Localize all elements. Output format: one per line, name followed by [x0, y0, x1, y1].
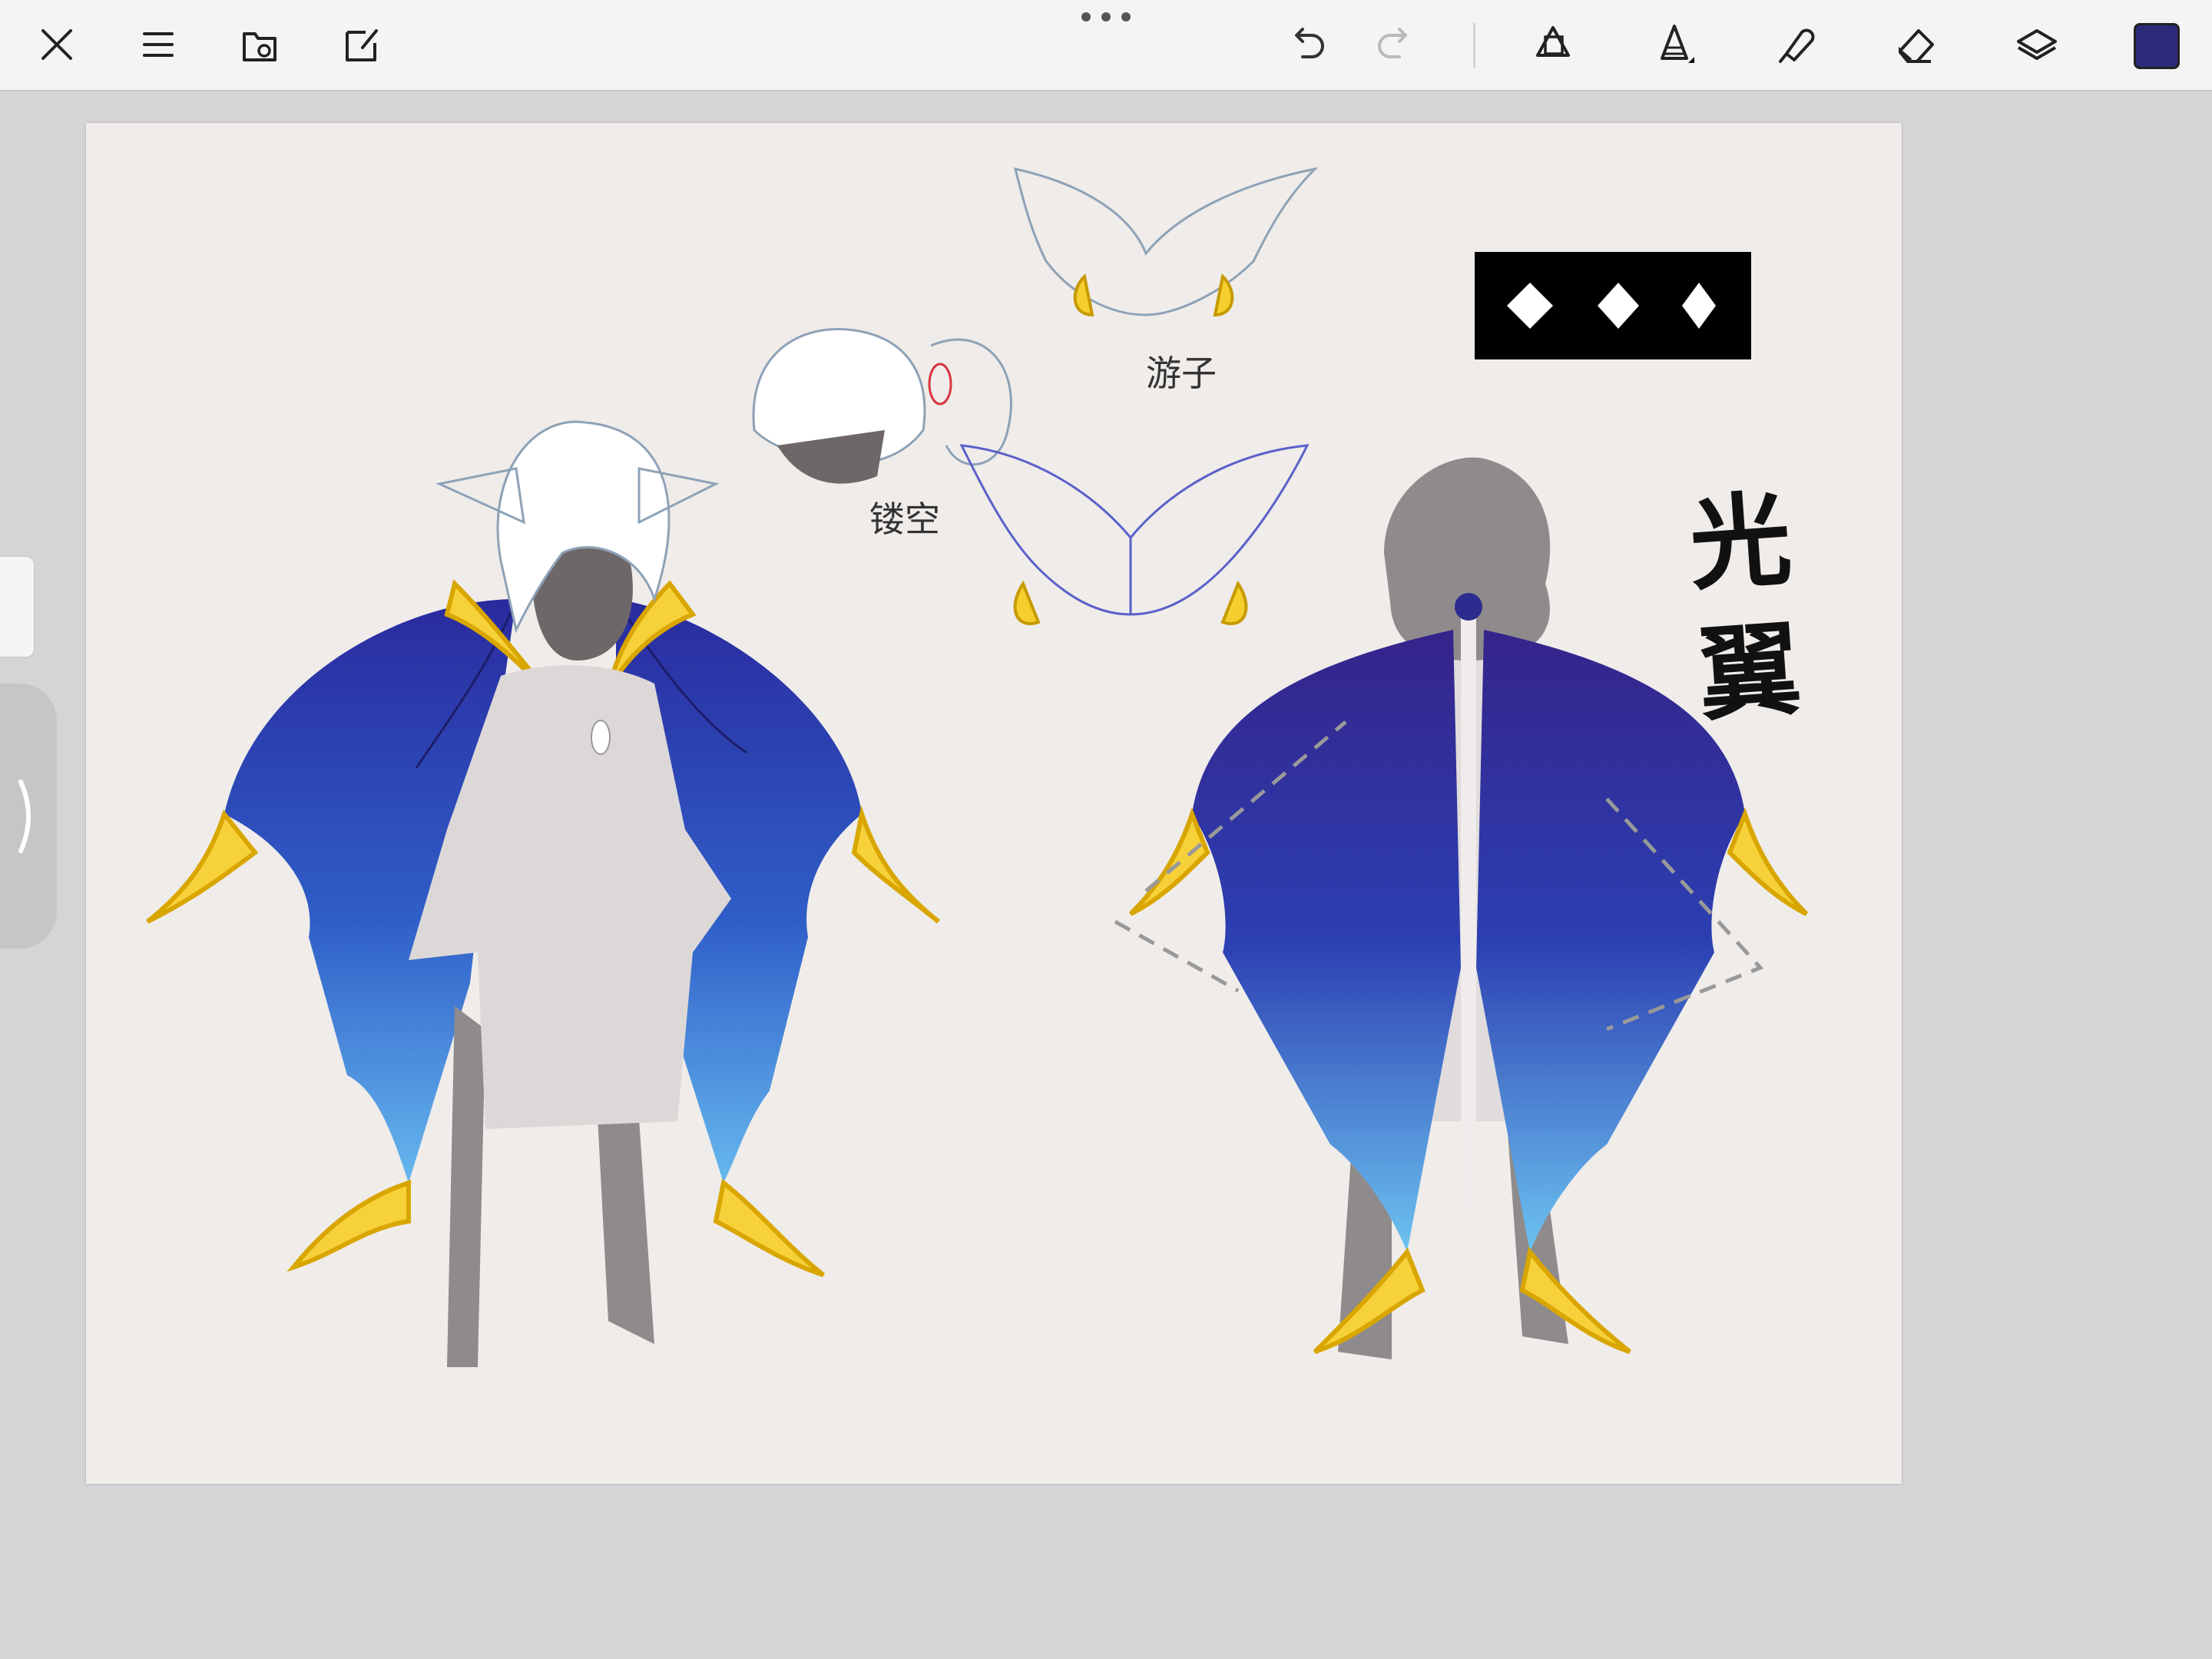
color-picker-button[interactable] — [2134, 23, 2180, 69]
character-artwork — [146, 167, 1809, 1367]
undo-icon — [1295, 28, 1324, 58]
top-toolbar — [0, 0, 2212, 91]
close-button[interactable] — [26, 14, 88, 75]
layers-icon — [2017, 29, 2057, 60]
export-button[interactable] — [330, 14, 392, 75]
menu-icon — [143, 32, 174, 57]
chevron-right-icon — [18, 779, 31, 853]
annotation-hollow: 镂空 — [869, 498, 940, 540]
smudge-tool[interactable] — [1765, 14, 1826, 75]
brush-tool[interactable] — [1644, 14, 1705, 75]
brush-icon — [1661, 25, 1694, 63]
artwork-title: 光翼 — [1685, 479, 1799, 736]
drawing-canvas[interactable]: 光翼 镂空 游子 — [86, 123, 1902, 1484]
eraser-icon — [1899, 29, 1934, 63]
selection-icon — [1536, 26, 1570, 57]
redo-icon — [1378, 28, 1407, 58]
eraser-tool[interactable] — [1885, 14, 1946, 75]
annotation-other: 游子 — [1146, 353, 1217, 394]
front-character — [409, 420, 731, 1367]
brush-size-slider[interactable] — [0, 557, 34, 657]
sketch-studies — [752, 167, 1319, 616]
undo-button[interactable] — [1275, 14, 1336, 75]
selection-tool[interactable] — [1522, 14, 1584, 75]
smudge-icon — [1779, 28, 1815, 63]
sidebar-expand-handle[interactable] — [0, 684, 57, 949]
folder-icon — [243, 32, 276, 61]
toolbar-grip[interactable] — [1081, 12, 1131, 26]
redo-button[interactable] — [1366, 14, 1427, 75]
menu-button[interactable] — [127, 14, 189, 75]
rank-symbol-box — [1475, 252, 1751, 359]
export-icon — [346, 29, 378, 61]
toolbar-divider — [1473, 23, 1475, 68]
close-icon — [41, 29, 72, 60]
gallery-button[interactable] — [229, 14, 290, 75]
layers-button[interactable] — [2006, 14, 2068, 75]
